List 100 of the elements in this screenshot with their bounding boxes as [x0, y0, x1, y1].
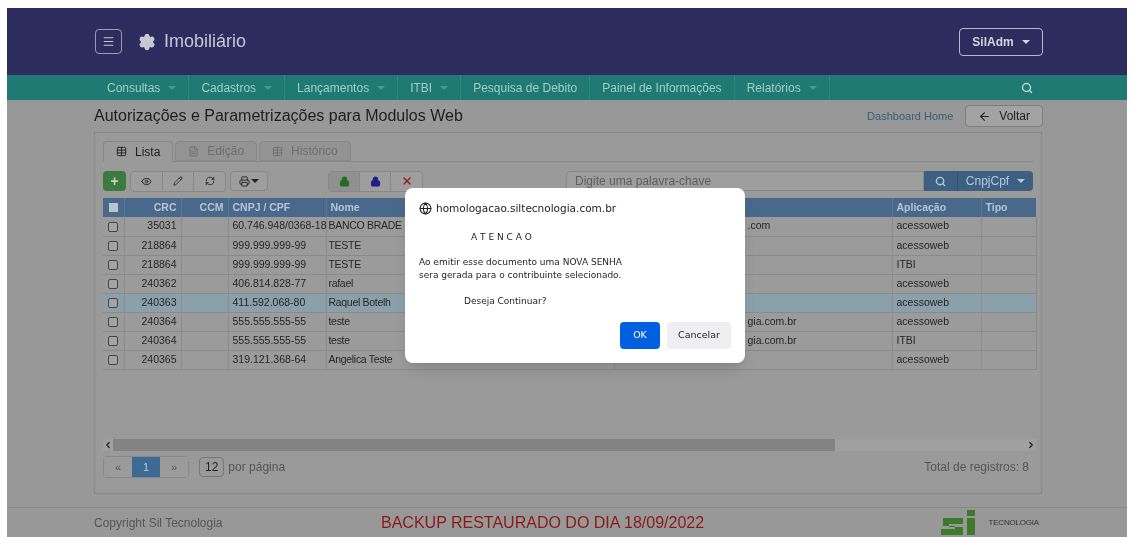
- tab[interactable]: Lista: [103, 141, 174, 162]
- pencil-icon: [173, 176, 183, 186]
- refresh-icon: [204, 176, 215, 186]
- logo-text: TECNOLOGIA: [988, 516, 1039, 529]
- table-cell: .com: [747, 219, 771, 232]
- print-button[interactable]: [230, 171, 268, 191]
- app-title: Imobiliário: [164, 30, 247, 53]
- table-cell: 240363: [141, 295, 177, 308]
- caret-icon: [1017, 179, 1026, 183]
- user-menu[interactable]: SilAdm: [959, 27, 1043, 56]
- table-cell: 411.592.068-80: [232, 295, 306, 308]
- row-checkbox[interactable]: [108, 221, 119, 232]
- row-checkbox[interactable]: [108, 240, 119, 251]
- menu-icon: [102, 35, 115, 48]
- page-title: Autorizações e Parametrizações para Modulos Web: [94, 106, 463, 126]
- row-checkbox[interactable]: [108, 335, 119, 346]
- backup-notice: BACKUP RESTAURADO DO DIA 18/09/2022: [381, 512, 705, 533]
- row-checkbox[interactable]: [108, 278, 119, 289]
- table-cell: 240364: [141, 333, 177, 346]
- caret-icon: [251, 179, 259, 183]
- lock-icon: [369, 175, 381, 187]
- table-cell: 999.999.999-99: [232, 257, 307, 270]
- table-cell: acessoweb: [896, 276, 950, 289]
- select-all-checkbox[interactable]: [108, 203, 118, 213]
- table-cell: acessoweb: [896, 219, 950, 232]
- ok-button[interactable]: OK: [620, 321, 660, 349]
- eye-icon: [141, 175, 152, 187]
- caret-icon: [1021, 39, 1030, 44]
- page-size-field[interactable]: 12: [199, 457, 225, 477]
- cancel-button[interactable]: Cancelar: [667, 321, 731, 349]
- table-cell: acessoweb: [896, 314, 950, 327]
- table-cell: 35031: [147, 219, 177, 232]
- table-cell: 406.814.828-77: [232, 276, 307, 289]
- table-cell: 999.999.999-99: [232, 238, 307, 251]
- table-cell: acessoweb: [896, 295, 950, 308]
- caret-icon: [377, 85, 386, 90]
- nav-item[interactable]: Pesquisa de Debito: [461, 75, 591, 100]
- row-checkbox[interactable]: [108, 259, 119, 270]
- caret-icon: [808, 85, 817, 90]
- caret-icon: [168, 85, 177, 90]
- search-button[interactable]: [924, 171, 957, 191]
- table-cell: BANCO BRADE: [328, 219, 402, 232]
- row-checkbox[interactable]: [108, 316, 119, 327]
- table-cell: 240365: [141, 352, 177, 365]
- page-button[interactable]: 1: [132, 457, 160, 477]
- search-icon: [935, 175, 946, 187]
- table-cell: ITBI: [896, 333, 916, 346]
- table-cell: 240362: [141, 276, 177, 289]
- plus-icon: +: [110, 174, 119, 188]
- table-cell: teste: [328, 314, 350, 327]
- table-icon: [272, 145, 284, 157]
- table-cell: gia.com.br: [747, 333, 797, 346]
- dialog-message: Ao emitir esse documento uma NOVA SENHA: [419, 256, 623, 270]
- search-icon: [1021, 81, 1033, 94]
- filter-dropdown[interactable]: CnpjCpf: [957, 171, 1033, 191]
- table-cell: 218864: [141, 257, 177, 270]
- menu-button[interactable]: [95, 29, 122, 54]
- record-total: Total de registros: 8: [924, 459, 1029, 476]
- row-checkbox[interactable]: [108, 354, 119, 365]
- row-checkbox[interactable]: [108, 297, 119, 308]
- table-cell: TESTE: [328, 257, 361, 270]
- back-button[interactable]: Voltar: [965, 105, 1043, 127]
- arrow-left-icon: [978, 109, 992, 123]
- table-cell: 218864: [141, 238, 177, 251]
- copyright-text: Copyright Sil Tecnologia: [94, 514, 224, 532]
- table-cell: 240364: [141, 314, 177, 327]
- gear-icon: [138, 32, 156, 51]
- table-cell: 555.555.555-55: [232, 333, 307, 346]
- table-cell: TESTE: [328, 238, 361, 251]
- chevron-right-icon: [1026, 440, 1036, 450]
- close-icon: [400, 175, 413, 187]
- add-button[interactable]: +: [103, 171, 126, 191]
- caret-icon: [440, 85, 449, 90]
- dialog-heading: A T E N C A O: [471, 230, 533, 244]
- table-cell: acessoweb: [896, 238, 950, 251]
- dialog-origin: homologacao.siltecnologia.com.br: [436, 201, 617, 216]
- table-cell: 60.746.948/0368-18: [232, 219, 327, 232]
- nav-item[interactable]: Lançamentos: [285, 75, 399, 100]
- table-cell: gia.com.br: [747, 314, 797, 327]
- nav-item[interactable]: Consultas: [95, 75, 190, 100]
- table-cell: 555.555.555-55: [232, 314, 307, 327]
- dashboard-link[interactable]: Dashboard Home: [867, 107, 954, 125]
- caret-icon: [264, 85, 273, 90]
- table-icon: [116, 146, 127, 157]
- table-cell: acessoweb: [896, 352, 950, 365]
- table-cell: teste: [328, 333, 350, 346]
- table-cell: rafael: [328, 276, 353, 289]
- column-header[interactable]: Tipo: [981, 198, 1036, 217]
- page-size-label: por página: [228, 459, 286, 476]
- horizontal-scrollbar[interactable]: [103, 439, 1036, 451]
- globe-icon: [419, 202, 432, 216]
- nav-item[interactable]: Painel de Informações: [590, 75, 735, 100]
- nav-item[interactable]: Cadastros: [189, 75, 286, 100]
- lock-icon: [338, 175, 350, 187]
- nav-item[interactable]: ITBI: [398, 75, 462, 100]
- dialog-message: sera gerada para o contribuinte selecionado.: [419, 269, 623, 283]
- nav-item[interactable]: Relatórios: [734, 75, 830, 100]
- table-cell: ITBI: [896, 257, 916, 270]
- search-field[interactable]: Digite uma palavra-chave: [566, 171, 924, 191]
- dialog-question: Deseja Continuar?: [464, 295, 548, 309]
